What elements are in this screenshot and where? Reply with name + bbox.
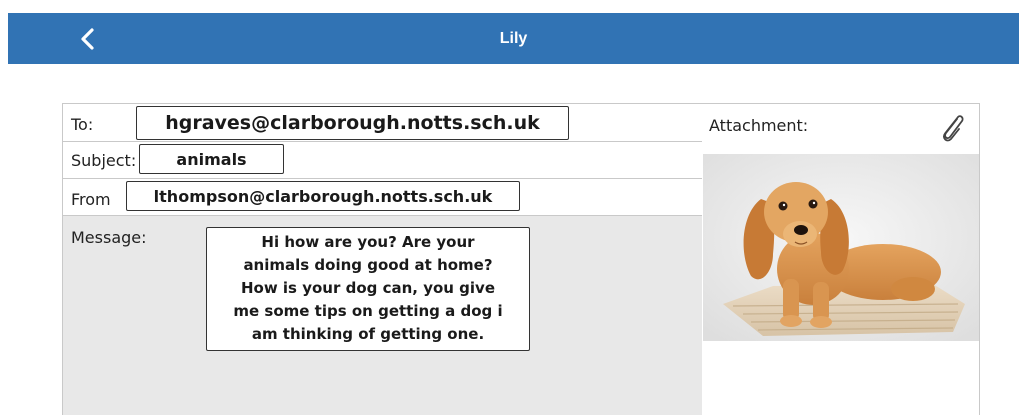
message-line: am thinking of getting one.	[251, 325, 485, 343]
message-line: How is your dog can, you give	[240, 279, 496, 297]
top-margin	[0, 0, 1025, 13]
message-line: animals doing good at home?	[243, 256, 493, 274]
to-field[interactable]: hgraves@clarborough.notts.sch.uk	[136, 106, 569, 140]
message-line: Hi how are you? Are your	[261, 233, 475, 251]
from-row: From lthompson@clarborough.notts.sch.uk	[63, 179, 703, 216]
message-body[interactable]: Hi how are you? Are your animals doing g…	[206, 227, 530, 351]
app-header: Lily	[8, 13, 1019, 64]
to-row: To: hgraves@clarborough.notts.sch.uk	[63, 104, 703, 142]
subject-label: Subject:	[71, 151, 137, 170]
to-label: To:	[71, 115, 94, 134]
attachment-label: Attachment:	[709, 116, 809, 135]
attachment-header: Attachment:	[702, 104, 979, 154]
attachment-panel: Attachment:	[702, 103, 980, 415]
from-label: From	[71, 190, 111, 209]
message-line: me some tips on getting a dog i	[233, 302, 503, 320]
paperclip-icon[interactable]	[937, 112, 967, 144]
dog-image	[703, 154, 979, 341]
message-area[interactable]: Message: Hi how are you? Are your animal…	[63, 216, 703, 415]
header-title: Lily	[499, 30, 528, 47]
message-label: Message:	[71, 228, 147, 247]
dog-photo[interactable]	[703, 154, 979, 341]
subject-row: Subject: animals	[63, 142, 703, 179]
from-field[interactable]: lthompson@clarborough.notts.sch.uk	[126, 181, 520, 211]
email-form: To: hgraves@clarborough.notts.sch.uk Sub…	[62, 103, 704, 415]
subject-field[interactable]: animals	[139, 144, 284, 174]
